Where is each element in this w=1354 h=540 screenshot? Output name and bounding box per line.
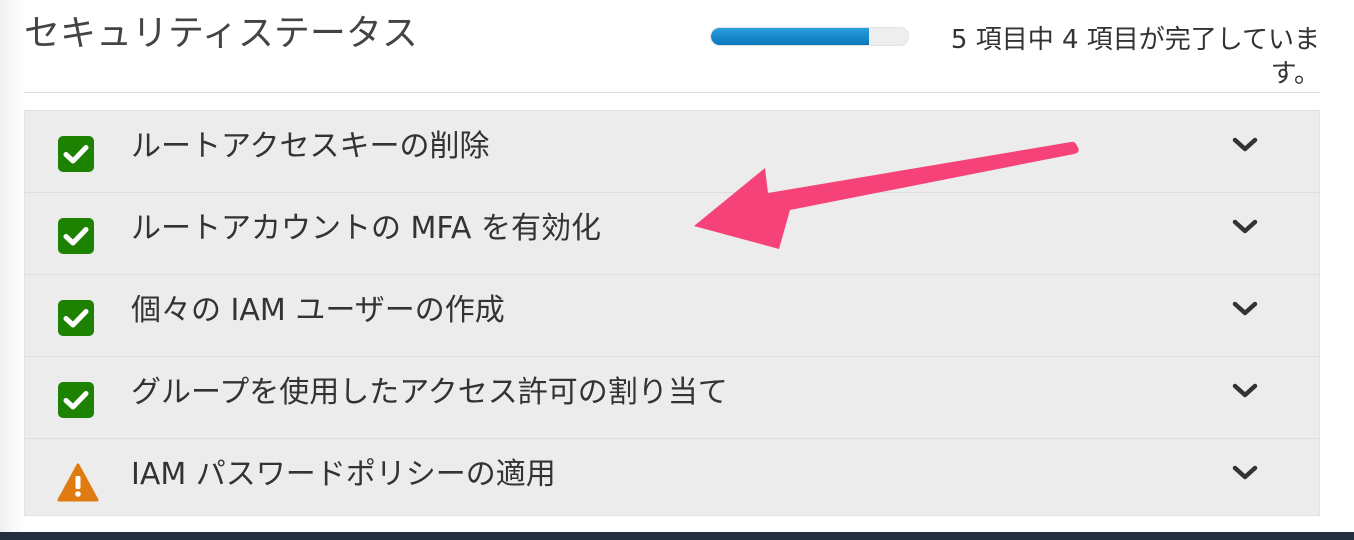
- check-icon: [57, 217, 97, 257]
- check-icon: [57, 299, 97, 339]
- check-icon: [57, 381, 97, 421]
- chevron-down-icon[interactable]: [1231, 131, 1259, 159]
- check-icon: [57, 135, 97, 175]
- header-divider: [24, 92, 1320, 93]
- warning-icon: [57, 463, 99, 503]
- checklist-item-label: ルートアクセスキーの削除: [131, 129, 490, 164]
- security-checklist: ルートアクセスキーの削除 ルートアカウントの MFA を有効化 個々の IAM …: [24, 110, 1320, 516]
- checklist-item-label: IAM パスワードポリシーの適用: [131, 457, 556, 492]
- bottom-bar: [0, 532, 1354, 540]
- progress-status-text: 5 項目中 4 項目が完了しています。: [950, 25, 1320, 89]
- panel-title: セキュリティステータス: [24, 13, 418, 54]
- progress-bar-fill: [711, 28, 869, 45]
- security-status-panel: セキュリティステータス 5 項目中 4 項目が完了しています。 ルートアクセスキ…: [24, 0, 1320, 532]
- checklist-item-label: グループを使用したアクセス許可の割り当て: [131, 375, 728, 410]
- checklist-item-label: ルートアカウントの MFA を有効化: [131, 211, 601, 246]
- checklist-item-label: 個々の IAM ユーザーの作成: [131, 293, 505, 328]
- chevron-down-icon[interactable]: [1231, 459, 1259, 487]
- checklist-item-iam-users[interactable]: 個々の IAM ユーザーの作成: [25, 275, 1319, 357]
- checklist-item-delete-root-keys[interactable]: ルートアクセスキーの削除: [25, 111, 1319, 193]
- chevron-down-icon[interactable]: [1231, 295, 1259, 323]
- page-left-edge: [0, 0, 24, 532]
- checklist-item-password-policy[interactable]: IAM パスワードポリシーの適用: [25, 439, 1319, 521]
- progress-bar: [710, 27, 909, 46]
- checklist-item-group-permissions[interactable]: グループを使用したアクセス許可の割り当て: [25, 357, 1319, 439]
- chevron-down-icon[interactable]: [1231, 377, 1259, 405]
- chevron-down-icon[interactable]: [1231, 213, 1259, 241]
- checklist-item-root-mfa[interactable]: ルートアカウントの MFA を有効化: [25, 193, 1319, 275]
